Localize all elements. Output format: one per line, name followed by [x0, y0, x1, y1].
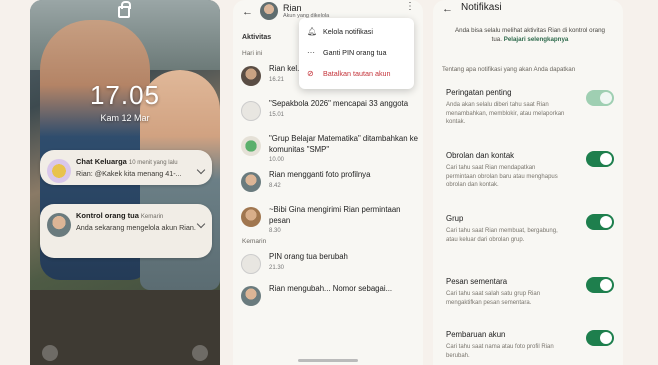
setting-row: Grup Cari tahu saat Rian membuat, bergab…	[446, 214, 616, 244]
menu-item-label: Batalkan tautan akun	[323, 69, 391, 78]
unlink-icon: ⊘	[307, 69, 314, 78]
group-icon	[241, 101, 261, 121]
notification-body: Rian: @Kakek kita menang 41-...	[76, 169, 182, 178]
toggle-switch[interactable]	[586, 277, 614, 293]
bell-icon: 🔔︎	[307, 27, 318, 36]
menu-item-unlink-account[interactable]: ⊘ Batalkan tautan akun	[299, 64, 414, 85]
back-arrow-icon[interactable]: ←	[242, 6, 253, 18]
shortcut-icon[interactable]	[42, 345, 58, 361]
intro-text: Anda bisa selalu melihat aktivitas Rian …	[450, 27, 610, 45]
group-avatar	[47, 159, 71, 183]
activity-text: PIN orang tua berubah	[269, 252, 348, 262]
avatar	[260, 2, 278, 20]
lockscreen-date: Kam 12 Mar	[100, 113, 150, 123]
notification-body: Anda sekarang mengelola akun Rian.	[76, 223, 196, 232]
activity-text: "Sepakbola 2026" mencapai 33 anggota	[269, 99, 409, 108]
activity-time: 10.00	[269, 157, 285, 164]
activity-text: Rian mengubah... Nomor sebagai...	[269, 284, 393, 294]
lockscreen-clock: 17.05	[89, 80, 161, 110]
avatar	[241, 207, 261, 228]
activity-time: 8.42	[269, 182, 281, 189]
group-avatar	[241, 136, 261, 156]
activity-text: Rian mengganti foto profilnya	[269, 170, 371, 180]
toggle-switch	[586, 90, 614, 106]
menu-item-change-pin[interactable]: ⋯ Ganti PIN orang tua	[299, 43, 414, 64]
menu-item-manage-notifications[interactable]: 🔔︎ Kelola notifikasi	[299, 22, 414, 43]
activity-time: 15.01	[269, 111, 285, 118]
lockscreen-phone: 17.05 Kam 12 Mar Chat Keluarga 10 menit y…	[30, 0, 220, 365]
notification-card[interactable]: Chat Keluarga 10 menit yang lalu Rian: @K…	[40, 150, 212, 186]
activity-text: "Grup Belajar Matematika" ditambahkan ke…	[269, 134, 418, 154]
settings-icon	[241, 254, 261, 275]
child-avatar	[47, 213, 71, 237]
page-title: Notifikasi	[461, 2, 502, 13]
activity-time: 8.30	[269, 228, 281, 235]
activity-item[interactable]: "Grup Belajar Matematika" ditambahkan ke…	[233, 134, 423, 163]
learn-more-link[interactable]: Pelajari selengkapnya	[504, 36, 569, 43]
notification-title: Kontrol orang tua	[76, 211, 139, 220]
activity-item[interactable]: PIN orang tua berubah 21.30	[233, 252, 423, 280]
camera-icon[interactable]	[192, 345, 208, 361]
activity-text: ~Bibi Gina mengirimi Rian permintaan pes…	[269, 205, 401, 225]
date-label: Kemarin	[242, 238, 267, 246]
home-indicator	[298, 359, 358, 362]
toggle-switch[interactable]	[586, 214, 614, 230]
avatar	[241, 286, 261, 307]
activity-item[interactable]: Rian mengubah... Nomor sebagai...	[233, 284, 423, 312]
setting-description: Cari tahu saat Rian mendapatkan perminta…	[446, 165, 558, 189]
dots-icon: ⋯	[307, 48, 315, 57]
notification-meta: Kemarin	[140, 214, 164, 220]
menu-item-label: Kelola notifikasi	[323, 27, 373, 36]
more-options-icon[interactable]: ⋮	[405, 2, 415, 12]
activity-phone: ← Rian Akun yang dikelola ⋮ Aktivitas Ha…	[233, 0, 423, 365]
activity-item[interactable]: Rian mengganti foto profilnya 8.42	[233, 170, 423, 198]
setting-description: Cari tahu saat salah satu grup Rian meng…	[446, 291, 541, 306]
avatar	[241, 66, 261, 86]
account-name: Rian	[283, 3, 302, 13]
avatar	[241, 172, 261, 193]
toggle-switch[interactable]	[586, 151, 614, 167]
activity-item[interactable]: "Sepakbola 2026" mencapai 33 anggota 15.…	[233, 99, 423, 127]
setting-description: Cari tahu saat Rian membuat, bergabung, …	[446, 228, 558, 243]
notification-meta: 10 menit yang lalu	[128, 160, 178, 166]
toggle-switch[interactable]	[586, 330, 614, 346]
setting-description: Cari tahu saat nama atau foto profil Ria…	[446, 344, 554, 359]
overflow-menu: 🔔︎ Kelola notifikasi ⋯ Ganti PIN orang t…	[299, 18, 414, 89]
setting-row: Pesan sementara Cari tahu saat salah sat…	[446, 277, 616, 307]
setting-row: Peringatan penting Anda akan selalu dibe…	[446, 88, 616, 127]
activity-item[interactable]: ~Bibi Gina mengirimi Rian permintaan pes…	[233, 205, 423, 234]
notification-title: Chat Keluarga	[76, 157, 127, 166]
activity-time: 21.30	[269, 264, 285, 271]
back-arrow-icon[interactable]: ←	[442, 3, 453, 15]
section-label: Tentang apa notifikasi yang akan Anda da…	[442, 66, 576, 73]
setting-row: Obrolan dan kontak Cari tahu saat Rian m…	[446, 151, 616, 190]
setting-description: Anda akan selalu diberi tahu saat Rian m…	[446, 102, 565, 126]
menu-item-label: Ganti PIN orang tua	[323, 48, 387, 57]
notification-settings-phone: ← Notifikasi Anda bisa selalu melihat ak…	[433, 0, 623, 365]
notification-card[interactable]: Kontrol orang tua Kemarin Anda sekarang m…	[40, 204, 212, 258]
lock-icon	[118, 1, 131, 18]
setting-row: Pembaruan akun Cari tahu saat nama atau …	[446, 330, 616, 360]
